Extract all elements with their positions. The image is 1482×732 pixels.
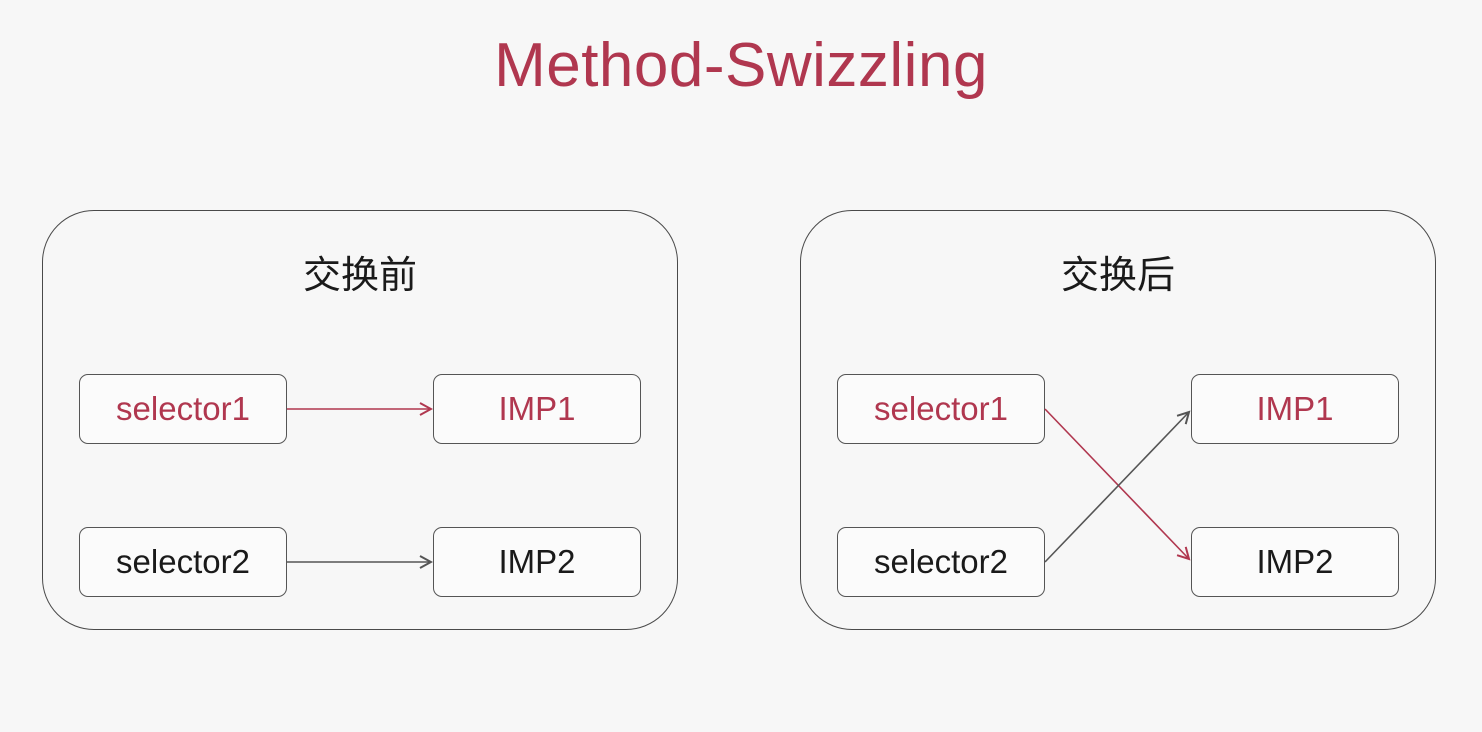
after-arrow-selector2-to-imp1	[1044, 412, 1189, 563]
arrows-layer	[287, 0, 1482, 732]
after-arrow-selector1-to-imp2	[1044, 408, 1189, 559]
